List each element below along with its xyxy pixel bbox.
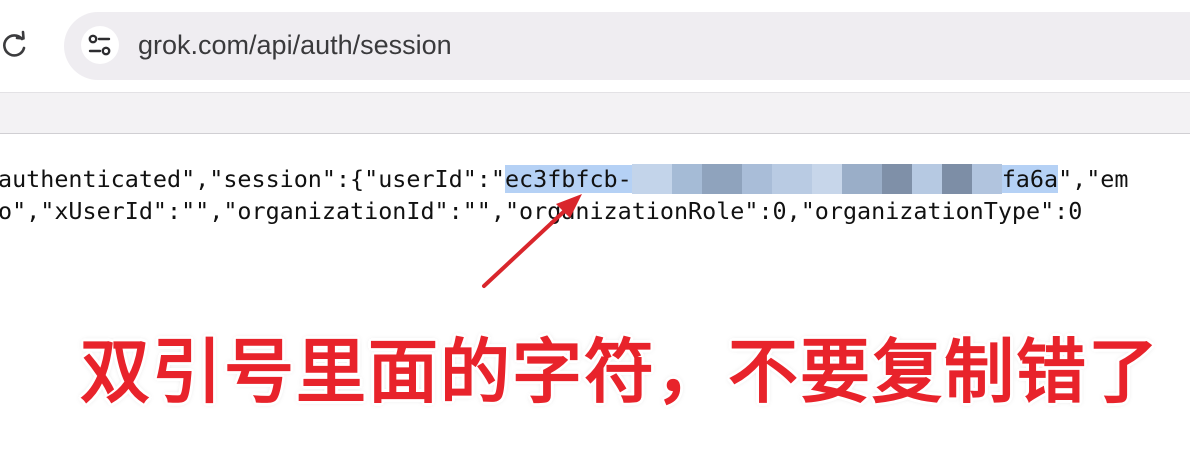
json-text-before: authenticated","session":{"userId":" <box>0 165 505 193</box>
json-line-2: o","xUserId":"","organizationId":"","org… <box>0 197 1083 225</box>
json-viewer: authenticated","session":{"userId":"ec3f… <box>0 134 1190 464</box>
json-text-after: ","em <box>1058 165 1129 193</box>
url-text[interactable]: grok.com/api/auth/session <box>138 27 452 63</box>
json-line-1: authenticated","session":{"userId":"ec3f… <box>0 164 1128 194</box>
redacted-user-id <box>631 164 1002 194</box>
annotation-text: 双引号里面的字符，不要复制错了 <box>80 331 1160 413</box>
browser-window: grok.com/api/auth/session authenticated"… <box>0 0 1190 464</box>
tune-icon[interactable] <box>80 25 120 65</box>
user-id-start: ec3fbfcb- <box>504 165 632 193</box>
reload-icon[interactable] <box>0 30 30 60</box>
user-id-end: fa6a <box>1001 165 1059 193</box>
selected-user-id[interactable]: ec3fbfcb-fa6a <box>504 164 1059 194</box>
browser-toolbar: grok.com/api/auth/session <box>0 0 1190 92</box>
bookmarks-bar <box>0 92 1190 134</box>
